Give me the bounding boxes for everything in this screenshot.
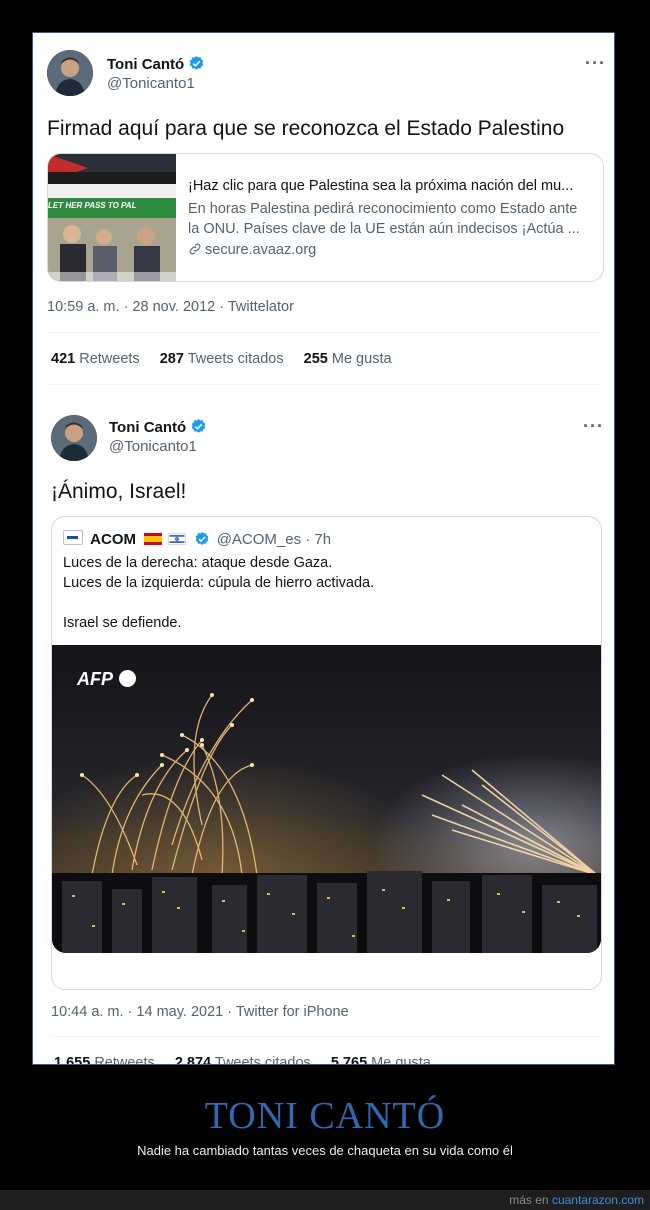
afp-watermark: AFP <box>77 669 137 690</box>
quote-tweets-stat[interactable]: 287 Tweets citados <box>160 351 284 367</box>
quoted-media-photo[interactable]: AFP <box>52 645 601 953</box>
spain-flag-icon <box>144 533 163 545</box>
author-handle[interactable]: @Tonicanto1 <box>107 75 195 92</box>
author-name[interactable]: Toni Cantó <box>107 55 205 73</box>
avatar[interactable] <box>47 50 93 96</box>
retweets-stat[interactable]: 421 Retweets <box>51 351 140 367</box>
quoted-text-line-3: Israel se defiende. <box>63 615 182 631</box>
tweet-timestamp[interactable]: 10:59 a. m. · 28 nov. 2012 · Twittelator <box>47 299 294 315</box>
link-card-description-1: En horas Palestina pedirá reconocimiento… <box>188 201 578 217</box>
likes-stat[interactable]: 255 Me gusta <box>304 351 392 367</box>
screenshot-frame: Toni Cantó @Tonicanto1 ··· Firmad aquí p… <box>32 32 615 1065</box>
likes-stat[interactable]: 5.765 Me gusta <box>331 1055 431 1064</box>
footer-text: más en cuantarazon.com <box>509 1193 644 1207</box>
footer-site-link[interactable]: cuantarazon.com <box>552 1193 644 1207</box>
israel-flag-icon <box>168 533 187 545</box>
verified-badge-icon <box>191 419 206 433</box>
thumbnail-banner-text: LET HER PASS TO PAL <box>48 201 137 210</box>
verified-badge-icon <box>189 56 204 70</box>
link-card-domain-row: secure.avaaz.org <box>188 242 316 258</box>
caption-subtitle: Nadie ha cambiado tantas veces de chaque… <box>137 1143 513 1158</box>
author-name[interactable]: Toni Cantó <box>109 418 207 436</box>
tweet-text: Firmad aquí para que se reconozca el Est… <box>47 117 565 140</box>
footer-prefix: más en <box>509 1193 549 1207</box>
afp-watermark-text: AFP <box>77 669 113 689</box>
more-options-icon[interactable]: ··· <box>585 53 606 74</box>
author-handle[interactable]: @Tonicanto1 <box>109 438 197 455</box>
acom-logo-icon <box>63 530 83 545</box>
more-options-icon[interactable]: ··· <box>583 416 604 437</box>
link-card-thumbnail: LET HER PASS TO PAL <box>48 154 176 281</box>
author-name-text[interactable]: Toni Cantó <box>107 56 184 73</box>
link-icon <box>189 243 201 255</box>
link-card-title: ¡Haz clic para que Palestina sea la próx… <box>188 178 574 194</box>
quoted-tweet-header: ACOM @ACOM_es · 7h <box>63 530 331 548</box>
link-card-domain: secure.avaaz.org <box>205 242 317 258</box>
link-card-description-2: la ONU. Países clave de la UE están aún … <box>188 221 580 237</box>
divider <box>47 384 602 385</box>
divider <box>51 1036 600 1037</box>
link-card[interactable]: LET HER PASS TO PAL ¡Haz clic para que P… <box>47 153 604 282</box>
tweet-timestamp[interactable]: 10:44 a. m. · 14 may. 2021 · Twitter for… <box>51 1004 349 1020</box>
quoted-tweet[interactable]: ACOM @ACOM_es · 7h Luces de la derecha: … <box>51 516 602 990</box>
quoted-author-name[interactable]: ACOM <box>90 531 136 548</box>
tweet-stats: 1.655 Retweets 2.874 Tweets citados 5.76… <box>54 1055 447 1064</box>
quoted-text-line-2: Luces de la izquierda: cúpula de hierro … <box>63 575 375 591</box>
quoted-handle-time[interactable]: @ACOM_es · 7h <box>217 531 331 548</box>
avatar[interactable] <box>51 415 97 461</box>
afp-dot-icon <box>119 670 137 687</box>
quote-tweets-stat[interactable]: 2.874 Tweets citados <box>175 1055 311 1064</box>
author-name-text[interactable]: Toni Cantó <box>109 419 186 436</box>
retweets-stat[interactable]: 1.655 Retweets <box>54 1055 155 1064</box>
verified-badge-icon <box>195 532 208 545</box>
tweet-text: ¡Ánimo, Israel! <box>51 480 187 503</box>
tweet-stats: 421 Retweets 287 Tweets citados 255 Me g… <box>51 351 408 367</box>
divider <box>47 332 602 333</box>
site-footer: más en cuantarazon.com <box>0 1190 650 1210</box>
quoted-text-line-1: Luces de la derecha: ataque desde Gaza. <box>63 555 333 571</box>
night-sky-rockets-image <box>52 645 601 953</box>
caption-title: TONI CANTÓ <box>204 1095 446 1137</box>
